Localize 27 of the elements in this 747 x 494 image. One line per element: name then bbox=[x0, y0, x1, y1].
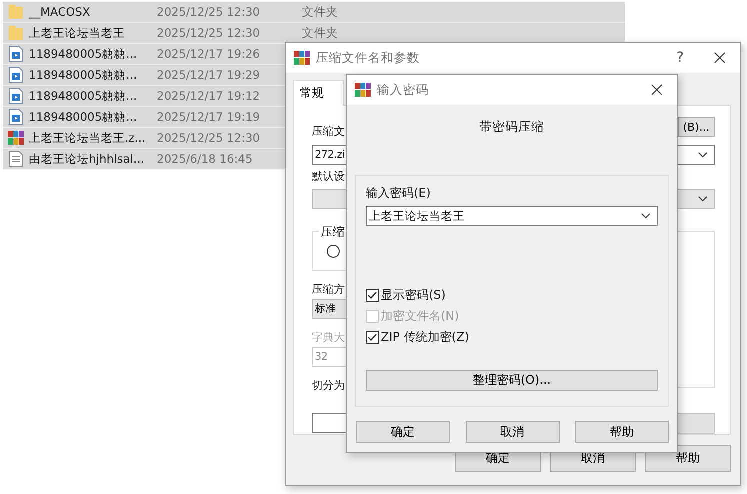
file-name: 1189480005糖糖... bbox=[29, 110, 138, 124]
file-date: 2025/12/17 19:29 bbox=[157, 68, 260, 82]
file-type: 文件夹 bbox=[302, 4, 338, 20]
file-name: 由老王论坛hjhhlsal... bbox=[29, 152, 146, 166]
file-name: 上老王论坛当老王.z... bbox=[29, 130, 147, 146]
file-name: 1189480005糖糖... bbox=[29, 88, 138, 104]
field-label: 压缩方 bbox=[312, 282, 345, 298]
file-name: 1189480005糖糖... bbox=[29, 68, 138, 82]
dialog-heading: 带密码压缩 bbox=[478, 119, 546, 136]
field-label: 压缩文 bbox=[312, 124, 345, 138]
field-label: 字典大 bbox=[312, 330, 345, 346]
file-type: 文件夹 bbox=[302, 24, 338, 42]
file-name: 1189480005糖糖... bbox=[29, 46, 138, 62]
field-label: 切分为 bbox=[312, 378, 345, 394]
field-label: 输入密码(E) bbox=[366, 185, 432, 202]
file-name: __MACOSX bbox=[29, 5, 92, 19]
file-date: 2025/12/17 19:12 bbox=[157, 89, 260, 103]
file-date: 2025/12/17 19:26 bbox=[157, 47, 260, 61]
window-title: 输入密码 bbox=[377, 82, 429, 98]
field-label: 默认设 bbox=[312, 169, 345, 184]
file-date: 2025/12/25 12:30 bbox=[157, 131, 260, 145]
file-date: 2025/6/18 16:45 bbox=[157, 152, 253, 166]
file-date: 2025/12/17 19:19 bbox=[157, 110, 260, 124]
file-date: 2025/12/25 12:30 bbox=[157, 5, 260, 19]
window-title: 压缩文件名和参数 bbox=[316, 50, 420, 66]
file-date: 2025/12/25 12:30 bbox=[157, 26, 260, 40]
file-name: 上老王论坛当老王 bbox=[29, 26, 126, 40]
